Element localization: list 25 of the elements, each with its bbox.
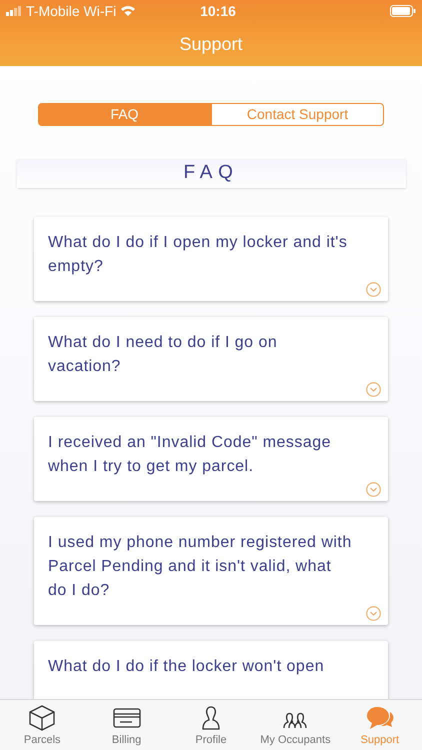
tab-bar-item[interactable]: Profile [168, 700, 254, 750]
faq-question-card[interactable]: What do I do if the locker won't open [34, 640, 388, 699]
box-icon [27, 704, 58, 732]
question-text: What do I do if the locker won't open [48, 656, 326, 676]
faq-question-card[interactable]: I used my phone number registered with Parcel Pending and it isn't valid, what do I do? [34, 516, 388, 624]
page-title: Support [179, 32, 243, 56]
segment-tab[interactable]: Contact Support [211, 103, 384, 126]
clock-time: 10:16 [200, 2, 236, 20]
faq-question-card[interactable]: What do I do if I open my locker and it's empty? [34, 216, 388, 300]
faq-question-card[interactable]: I received an "Invalid Code" message when I try to get my parcel. [34, 416, 388, 500]
carrier-name: T-Mobile Wi-Fi [26, 2, 116, 20]
section-title: FAQ [183, 161, 239, 185]
tab-bar-item[interactable]: My Occupants [253, 700, 338, 750]
question-text: I used my phone number registered with Parcel Pending and it isn't valid, what do I do? [48, 532, 353, 600]
battery-icon [390, 5, 416, 17]
signal-icon [6, 6, 22, 16]
wifi-icon [120, 5, 136, 17]
question-text: What do I need to do if I go on vacation? [48, 332, 278, 376]
question-text: I received an "Invalid Code" message when I try to get my parcel. [48, 432, 332, 476]
tab-bar-item[interactable]: Support [338, 700, 422, 750]
faq-question-card[interactable]: What do I need to do if I go on vacation? [34, 316, 388, 400]
question-text: What do I do if I open my locker and it's empty? [48, 232, 348, 276]
tab-bar-item[interactable]: Billing [84, 700, 169, 750]
segment-tab[interactable]: FAQ [38, 103, 211, 126]
tab-bar-item[interactable]: Parcels [0, 700, 84, 750]
